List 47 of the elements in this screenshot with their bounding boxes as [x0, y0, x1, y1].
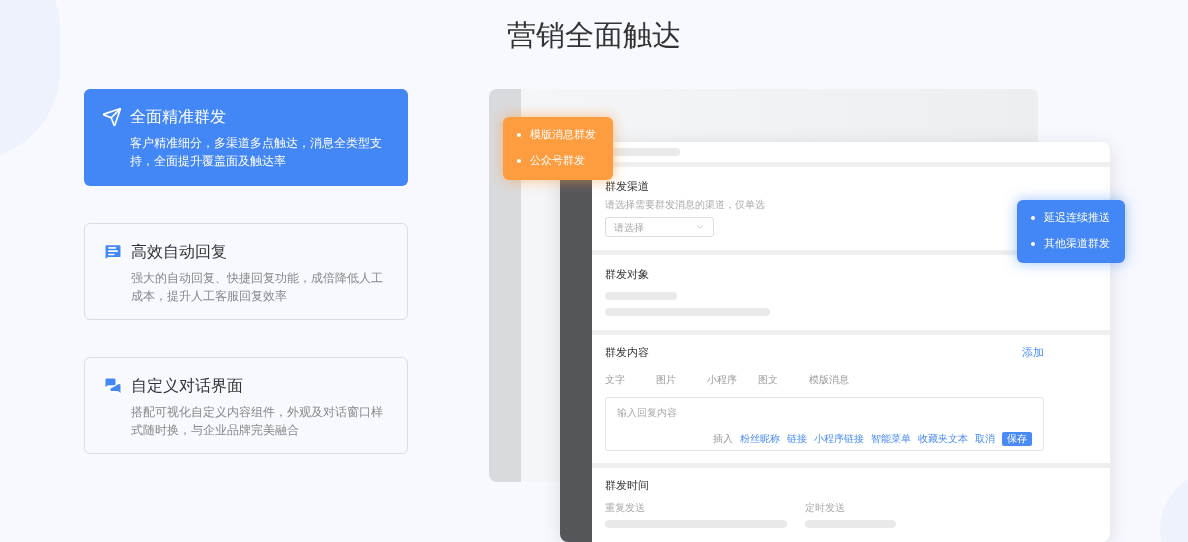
field-hint: 请选择需要群发消息的渠道，仅单选: [605, 198, 765, 212]
select-placeholder: 请选择: [614, 220, 644, 235]
message-icon: [103, 241, 123, 262]
popup-item: 其他渠道群发: [1044, 236, 1110, 252]
section-title: 群发对象: [605, 267, 650, 283]
feature-description: 客户精准细分，多渠道多点触达，消息全类型支持，全面提升覆盖面及触达率: [129, 134, 383, 170]
insert-label: 插入: [713, 432, 733, 446]
section-title: 群发时间: [605, 478, 650, 494]
content-type-tab[interactable]: 文字: [605, 374, 625, 385]
content-type-tab[interactable]: 模版消息: [809, 374, 849, 385]
chevron-down-icon: [695, 222, 705, 232]
feature-description: 搭配可视化自定义内容组件，外观及对话窗口样式随时换，与企业品牌完美融合: [130, 403, 384, 439]
paper-plane-icon: [102, 106, 122, 127]
feature-title: 全面精准群发: [130, 105, 226, 128]
popup-item: 模版消息群发: [530, 126, 596, 143]
field-label: 重复发送: [605, 500, 645, 515]
feature-card[interactable]: 自定义对话界面 搭配可视化自定义内容组件，外观及对话窗口样式随时换，与企业品牌完美融合: [84, 356, 408, 454]
feature-card[interactable]: 高效自动回复 强大的自动回复、快捷回复功能，成倍降低人工成本，提升人工客服回复效率: [84, 222, 408, 320]
content-type-tab[interactable]: 图片: [656, 374, 676, 385]
page-title: 营销全面触达: [506, 17, 682, 54]
bullet-icon: [1031, 215, 1035, 220]
insert-link[interactable]: 智能菜单: [871, 431, 911, 446]
section-title: 群发内容: [605, 344, 649, 361]
feature-title: 自定义对话界面: [131, 374, 243, 397]
bullet-icon: [517, 132, 521, 137]
field-label: 定时发送: [805, 500, 845, 515]
chat-bubbles-icon: [103, 375, 123, 396]
feature-card[interactable]: 全面精准群发 客户精准细分，多渠道多点触达，消息全类型支持，全面提升覆盖面及触达率: [84, 88, 408, 186]
add-link[interactable]: 添加: [1022, 344, 1044, 361]
content-type-tab[interactable]: 图文: [758, 374, 778, 385]
insert-link[interactable]: 小程序链接: [814, 431, 864, 446]
select-field[interactable]: 请选择: [605, 217, 714, 237]
insert-link[interactable]: 粉丝昵称: [740, 431, 780, 446]
input-placeholder: 输入回复内容: [617, 406, 677, 420]
insert-link[interactable]: 链接: [787, 431, 807, 446]
feature-title: 高效自动回复: [131, 240, 227, 263]
message-input[interactable]: 输入回复内容 插入 粉丝昵称 链接 小程序链接 智能菜单 收藏夹文本 取消 保存: [605, 397, 1044, 451]
section-title: 群发渠道: [605, 178, 650, 195]
save-button[interactable]: 保存: [1002, 431, 1032, 446]
bullet-icon: [517, 159, 521, 164]
popup-item: 公众号群发: [530, 153, 585, 169]
popup-item: 延迟连续推送: [1044, 209, 1110, 226]
feature-description: 强大的自动回复、快捷回复功能，成倍降低人工成本，提升人工客服回复效率: [130, 269, 384, 305]
content-type-tab[interactable]: 小程序: [707, 374, 737, 385]
insert-link[interactable]: 收藏夹文本: [918, 431, 968, 446]
insert-link[interactable]: 取消: [975, 431, 995, 446]
bullet-icon: [1031, 242, 1035, 247]
